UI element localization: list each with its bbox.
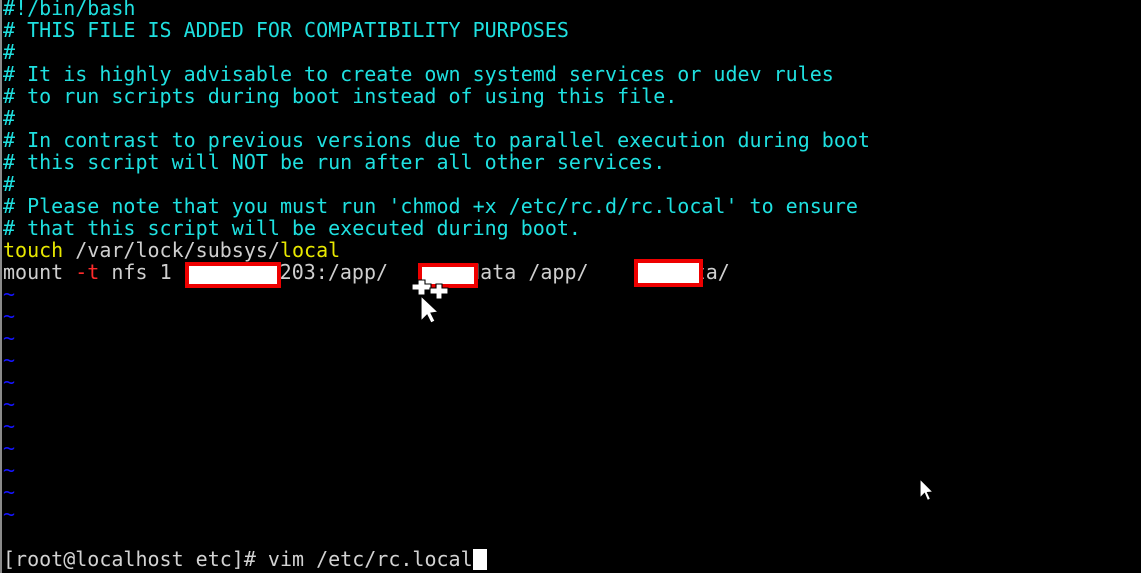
editor-line-touch: touch /var/lock/subsys/local — [0, 239, 1141, 261]
editor-line-mount: mount -t nfs 1.203:/app/p/data /app//dat… — [0, 261, 1141, 283]
redaction-host-ip — [185, 262, 281, 288]
vim-tilde-row: ~ — [3, 370, 16, 394]
editor-line-blank-3: # — [3, 172, 16, 196]
vim-tilde-row: ~ — [3, 414, 16, 438]
vim-tilde-row: ~ — [3, 502, 16, 526]
editor-line-contrast-1: # In contrast to previous versions due t… — [3, 128, 870, 152]
vim-tilde-row: ~ — [3, 326, 16, 350]
vim-tilde-row: ~ — [3, 480, 16, 504]
editor-line-blank-2: # — [3, 106, 16, 130]
redaction-share-name — [418, 263, 478, 288]
editor-line-chmod-note-1: # Please note that you must run 'chmod +… — [3, 194, 858, 218]
block-cursor — [472, 549, 487, 570]
touch-path-prefix: /var/lock/subsys/ — [75, 238, 280, 262]
mount-fs-type: nfs — [99, 260, 160, 284]
mount-host-lead: 1 — [159, 260, 172, 284]
vim-tilde-row: ~ — [3, 392, 16, 416]
editor-line-advisable-1: # It is highly advisable to create own s… — [3, 62, 834, 86]
mount-flag-t: -t — [75, 260, 100, 284]
mount-command: mount — [3, 260, 76, 284]
vim-tilde-row: ~ — [3, 304, 16, 328]
terminal-window[interactable]: #!/bin/bash # THIS FILE IS ADDED FOR COM… — [0, 0, 1141, 573]
redaction-mount-point — [634, 259, 703, 287]
vim-text-buffer[interactable]: #!/bin/bash # THIS FILE IS ADDED FOR COM… — [0, 0, 1141, 525]
editor-line-advisable-2: # to run scripts during boot instead of … — [3, 84, 678, 108]
editor-line-contrast-2: # this script will NOT be run after all … — [3, 150, 666, 174]
vim-tilde-row: ~ — [3, 282, 16, 306]
editor-line-blank-1: # — [3, 40, 16, 64]
editor-line-compat-notice: # THIS FILE IS ADDED FOR COMPATIBILITY P… — [3, 18, 569, 42]
mount-host-tail: .203:/app/ — [267, 260, 389, 284]
touch-path-suffix: local — [279, 238, 341, 262]
vim-tilde-row: ~ — [3, 348, 16, 372]
editor-line-chmod-note-2: # that this script will be executed duri… — [3, 216, 581, 240]
touch-command: touch — [3, 238, 64, 262]
editor-line-shebang: #!/bin/bash — [3, 0, 136, 20]
vim-tilde-row: ~ — [3, 436, 16, 460]
prompt-user-host: [root@localhost etc]# — [3, 547, 268, 571]
vim-tilde-row: ~ — [3, 458, 16, 482]
prompt-command: vim /etc/rc.local — [267, 547, 473, 571]
touch-space — [63, 238, 75, 262]
window-left-edge — [0, 0, 2, 573]
shell-prompt-line[interactable]: [root@localhost etc]# vim /etc/rc.local — [0, 547, 487, 571]
